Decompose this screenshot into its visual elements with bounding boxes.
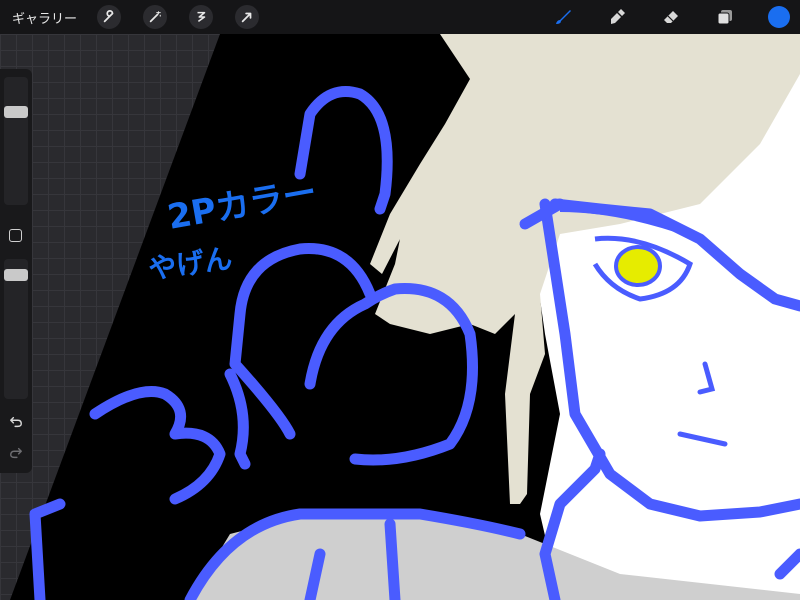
- left-sidebar: [0, 69, 32, 473]
- hair-strand: [394, 218, 414, 290]
- smudge-icon: [611, 9, 625, 24]
- selection-button[interactable]: [189, 5, 214, 29]
- eye-iris: [614, 245, 662, 287]
- color-picker-button[interactable]: [768, 6, 790, 28]
- eraser-icon: [664, 11, 678, 23]
- redo-button[interactable]: [7, 444, 25, 462]
- outline-stroke: [384, 518, 401, 600]
- redo-icon: [10, 447, 22, 459]
- layers-icon: [717, 10, 732, 25]
- artwork[interactable]: 2Pカラー やげん: [0, 34, 800, 600]
- actions-wrench-button[interactable]: [97, 5, 122, 29]
- opacity-thumb[interactable]: [4, 269, 28, 282]
- undo-icon: [10, 416, 22, 428]
- brush-icon: [556, 10, 571, 24]
- brush-size-slider[interactable]: [4, 77, 28, 205]
- brush-size-thumb[interactable]: [4, 106, 28, 118]
- selection-icon: [197, 11, 206, 23]
- modify-square-icon[interactable]: [9, 229, 22, 242]
- undo-button[interactable]: [7, 413, 25, 431]
- brush-button[interactable]: [551, 5, 575, 29]
- transform-arrow-icon: [241, 12, 252, 23]
- adjustments-button[interactable]: [143, 5, 168, 29]
- canvas-area[interactable]: 2Pカラー やげん: [0, 34, 800, 600]
- gallery-button[interactable]: ギャラリー: [12, 8, 77, 27]
- top-toolbar: ギャラリー: [0, 0, 800, 34]
- eraser-button[interactable]: [659, 5, 683, 29]
- magic-wand-icon: [149, 11, 161, 23]
- layers-button[interactable]: [713, 5, 737, 29]
- wrench-icon: [103, 10, 114, 23]
- transform-button[interactable]: [235, 5, 260, 29]
- smudge-button[interactable]: [605, 5, 629, 29]
